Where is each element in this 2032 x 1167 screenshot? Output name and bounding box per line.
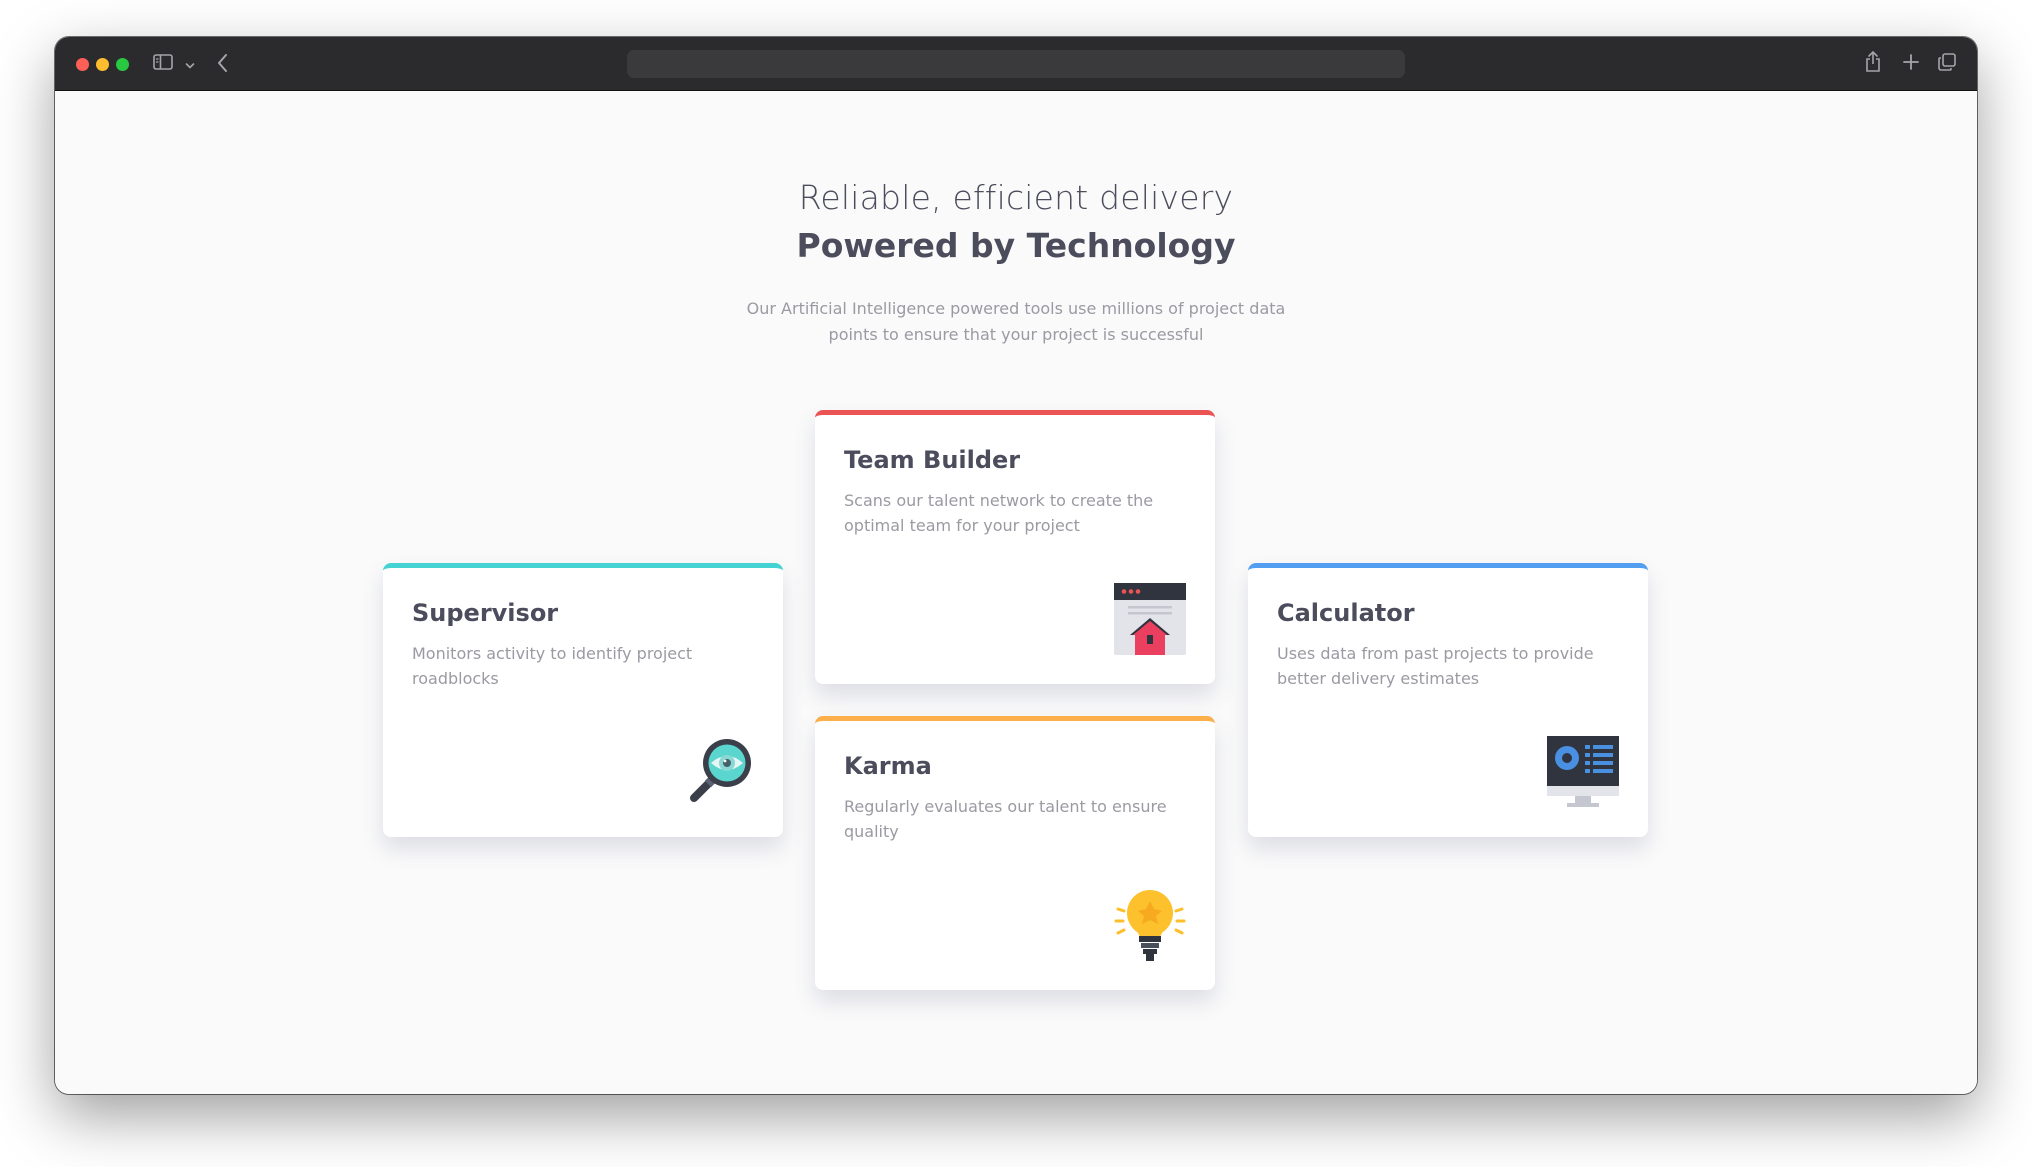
card-description: Uses data from past projects to provide …	[1277, 644, 1594, 688]
calculator-card: Calculator Uses data from past projects …	[1248, 563, 1648, 837]
hero-subtitle: Our Artificial Intelligence powered tool…	[746, 299, 1286, 344]
hero-title: Powered by Technology	[796, 226, 1236, 265]
card-title: Supervisor	[412, 599, 559, 627]
lightbulb-icon	[1114, 889, 1186, 961]
browser-home-icon	[1114, 583, 1186, 655]
card-description: Monitors activity to identify project ro…	[412, 644, 693, 688]
browser-toolbar	[55, 37, 1977, 91]
chevron-down-icon[interactable]	[185, 56, 195, 75]
sidebar-icon[interactable]	[153, 53, 173, 75]
hero-eyebrow: Reliable, efficient delivery	[798, 178, 1234, 217]
card-description: Regularly evaluates our talent to ensure…	[844, 797, 1167, 841]
share-icon[interactable]	[1864, 50, 1882, 78]
browser-window: Reliable, efficient delivery Powered by …	[55, 37, 1977, 1094]
card-title: Karma	[844, 752, 932, 780]
team-builder-card: Team Builder Scans our talent network to…	[815, 410, 1215, 684]
card-title: Team Builder	[844, 446, 1021, 474]
address-bar[interactable]	[627, 50, 1405, 78]
plus-icon[interactable]	[1901, 52, 1921, 76]
close-window-button[interactable]	[76, 58, 89, 71]
back-icon[interactable]	[216, 52, 230, 78]
supervisor-card: Supervisor Monitors activity to identify…	[383, 563, 783, 837]
tabs-icon[interactable]	[1937, 52, 1957, 76]
card-description: Scans our talent network to create the o…	[844, 491, 1154, 535]
magnifier-eye-icon	[682, 736, 754, 808]
zoom-window-button[interactable]	[116, 58, 129, 71]
card-title: Calculator	[1277, 599, 1415, 627]
monitor-chart-icon	[1547, 736, 1619, 808]
page-content: Reliable, efficient delivery Powered by …	[55, 92, 1977, 1094]
minimize-window-button[interactable]	[96, 58, 109, 71]
karma-card: Karma Regularly evaluates our talent to …	[815, 716, 1215, 990]
